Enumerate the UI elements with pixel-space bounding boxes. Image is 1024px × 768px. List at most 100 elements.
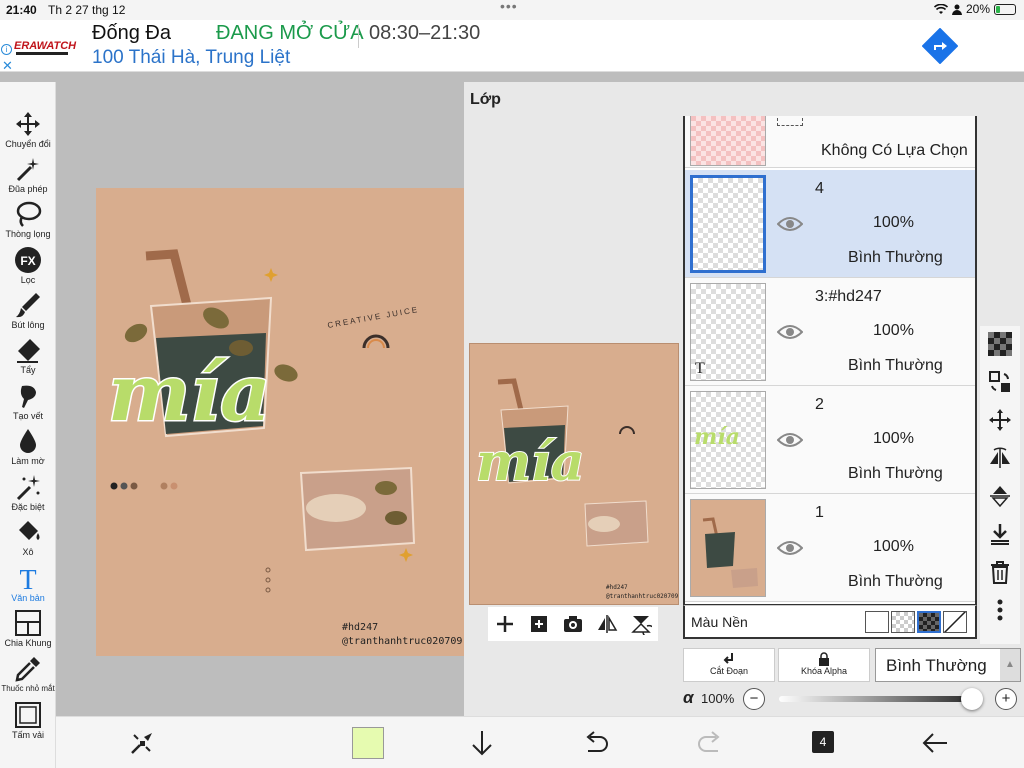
layers-button[interactable]: 4 — [812, 731, 834, 753]
status-time: 21:40 — [6, 3, 37, 17]
ad-address[interactable]: 100 Thái Hà, Trung Liệt — [92, 47, 290, 69]
layer-side-toolbar — [980, 326, 1020, 644]
smudge-icon — [20, 385, 36, 408]
tool-text[interactable]: T Văn bản — [0, 564, 56, 603]
add-layer-icon[interactable] — [494, 613, 516, 635]
eye-icon[interactable] — [777, 540, 803, 556]
tool-label: Tấm vải — [11, 730, 44, 740]
tool-sidebar: Chuyển đổi Đũa phép Thòng lọng FX Lọc Bú… — [0, 82, 56, 768]
tool-label: Xô — [22, 547, 34, 557]
move-layer-icon[interactable] — [988, 408, 1012, 432]
tool-label: Đũa phép — [8, 184, 48, 194]
layer-row-1[interactable]: 1 100% Bình Thường — [685, 494, 975, 602]
clipping-label: Cắt Đoạn — [709, 666, 749, 676]
layer-name: 4 — [815, 180, 824, 197]
ad-info-icon[interactable]: i — [1, 44, 12, 55]
opacity-slider-thumb[interactable] — [961, 688, 983, 710]
alpha-lock-button[interactable]: Khóa Alpha — [778, 648, 870, 682]
selection-row-label: Không Có Lựa Chọn — [821, 142, 968, 159]
current-color-swatch[interactable] — [352, 727, 384, 759]
art-tag: #hd247 — [342, 622, 379, 633]
opacity-slider[interactable] — [779, 696, 981, 702]
redo-icon[interactable] — [694, 727, 726, 759]
eye-icon[interactable] — [777, 432, 803, 448]
ad-open-status: ĐANG MỞ CỬA — [216, 22, 364, 44]
artwork-canvas[interactable]: CREATIVE JUICE mía #hd247 @tranthanhtruc… — [96, 188, 464, 656]
canvas-icon — [15, 702, 41, 728]
trash-icon[interactable] — [988, 560, 1012, 584]
flip-layer-icon[interactable] — [988, 446, 1012, 470]
ad-close-icon[interactable]: ✕ — [2, 58, 13, 74]
more-options-icon[interactable] — [988, 598, 1012, 622]
flip-horizontal-icon[interactable] — [596, 613, 618, 635]
eye-icon[interactable] — [777, 324, 803, 340]
bg-none-swatch[interactable] — [943, 611, 967, 633]
opacity-plus-button[interactable]: + — [995, 688, 1017, 710]
ad-store-name[interactable]: Đống Đa — [92, 22, 171, 45]
clipping-button[interactable]: Cắt Đoạn — [683, 648, 775, 682]
layer-name: 3:#hd247 — [815, 288, 882, 305]
merge-down-icon[interactable] — [988, 522, 1012, 546]
tool-label: Thòng lọng — [5, 229, 51, 239]
layer-row-2[interactable]: mía 2 100% Bình Thường — [685, 386, 975, 494]
tool-label: Bút lông — [11, 320, 45, 330]
tool-smudge[interactable]: Tạo vết — [0, 382, 56, 421]
app-screen: 21:40 Th 2 27 thg 12 ••• 20% i ✕ ERAWATC… — [0, 0, 1024, 768]
tool-label: Tạo vết — [12, 411, 43, 421]
selection-thumb — [690, 116, 766, 166]
blend-mode-select[interactable]: Bình Thường ▲ — [875, 648, 1021, 682]
tool-move[interactable]: Chuyển đổi — [0, 110, 56, 149]
tool-label: Làm mờ — [11, 456, 45, 466]
alpha-symbol: α — [683, 688, 694, 707]
tool-lasso[interactable]: Thòng lọng — [0, 200, 56, 239]
tool-bucket[interactable]: Xô — [0, 518, 56, 557]
art-handle: @tranthanhtruc020709 — [342, 636, 463, 647]
checker-icon[interactable] — [988, 332, 1012, 356]
bg-dark-checker-swatch[interactable] — [917, 611, 941, 633]
tool-filter[interactable]: FX Lọc — [0, 246, 56, 285]
bucket-icon — [19, 521, 40, 540]
eye-icon[interactable] — [777, 216, 803, 232]
person-icon — [951, 4, 962, 15]
add-layer-copy-icon[interactable] — [528, 613, 550, 635]
multitask-dots-icon[interactable]: ••• — [500, 0, 518, 14]
transform-tool-icon[interactable] — [126, 727, 158, 759]
battery-percent: 20% — [965, 2, 990, 16]
down-arrow-icon[interactable] — [466, 727, 498, 759]
layer-blend-mode: Bình Thường — [848, 357, 943, 374]
layer-thumb: mía — [690, 391, 766, 489]
lock-icon — [819, 652, 829, 666]
dropdown-arrow-icon: ▲ — [1000, 649, 1020, 681]
clip-arrow-icon — [723, 653, 733, 664]
magic-wand-icon — [16, 158, 39, 182]
tool-label: Đặc biệt — [11, 502, 45, 512]
back-arrow-icon[interactable] — [920, 727, 952, 759]
opacity-minus-button[interactable]: − — [743, 688, 765, 710]
layer-row-3[interactable]: T 3:#hd247 100% Bình Thường — [685, 278, 975, 386]
flip-vertical-icon[interactable] — [988, 484, 1012, 508]
tool-eraser[interactable]: Tẩy — [0, 336, 56, 375]
directions-icon[interactable] — [922, 28, 958, 64]
rotate-layer-icon[interactable] — [630, 613, 652, 635]
layer-row-4[interactable]: 4 100% Bình Thường — [685, 170, 975, 278]
ad-banner[interactable]: i ✕ ERAWATCH Đống Đa ĐANG MỞ CỬA 08:30–2… — [0, 20, 1024, 74]
tool-blur[interactable]: Làm mờ — [0, 427, 56, 466]
layer-thumb-text: mía — [694, 424, 740, 450]
battery-level — [996, 5, 1000, 13]
tool-special[interactable]: Đặc biệt — [0, 473, 56, 512]
undo-icon[interactable] — [580, 727, 612, 759]
selection-layer-row[interactable]: Không Có Lựa Chọn — [685, 116, 975, 168]
bg-white-swatch[interactable] — [865, 611, 889, 633]
tool-magic-wand[interactable]: Đũa phép — [0, 155, 56, 194]
tool-frame-divider[interactable]: Chia Khung — [0, 609, 56, 648]
tool-eyedropper[interactable]: Thuốc nhỏ mắt — [0, 655, 56, 693]
bg-transparent-swatch[interactable] — [891, 611, 915, 633]
tool-brush[interactable]: Bút lông — [0, 291, 56, 330]
blend-controls: Cắt Đoạn Khóa Alpha Bình Thường ▲ — [683, 648, 1021, 682]
swap-layer-icon[interactable] — [988, 370, 1012, 394]
art-words: CREATIVE JUICE — [327, 305, 420, 330]
camera-icon[interactable] — [562, 613, 584, 635]
layer-thumb: T — [690, 283, 766, 381]
tool-canvas[interactable]: Tấm vải — [0, 701, 56, 740]
tool-label: Chia Khung — [4, 638, 52, 648]
